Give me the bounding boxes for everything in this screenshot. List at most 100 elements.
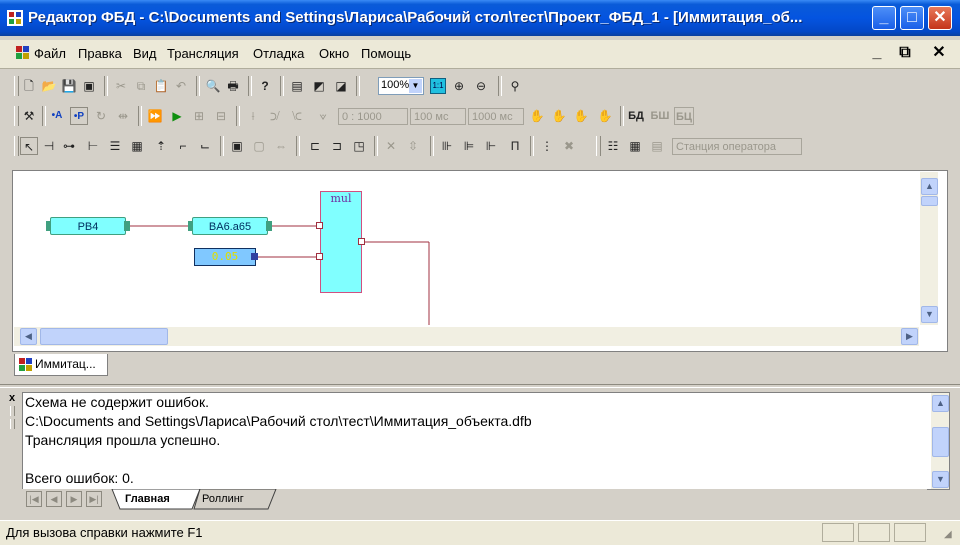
numbered-icon[interactable]: ▤ xyxy=(648,137,666,155)
menu-file[interactable]: Файл xyxy=(34,46,66,61)
bus-two-icon[interactable]: ⊩ xyxy=(482,137,500,155)
output-scroll-thumb[interactable] xyxy=(932,427,949,457)
mdi-minimize-button[interactable]: _ xyxy=(868,44,886,62)
bc-button[interactable]: БЦ xyxy=(674,107,694,125)
next-tab-icon[interactable]: ▶ xyxy=(66,491,82,507)
chevron-down-icon[interactable]: ▼ xyxy=(409,79,422,93)
last-tab-icon[interactable]: ▶| xyxy=(86,491,102,507)
menu-debug[interactable]: Отладка xyxy=(253,46,304,61)
constant-block[interactable]: 0.05 xyxy=(194,248,256,266)
hand-stop-icon[interactable]: ✋ xyxy=(550,107,568,125)
mdi-close-button[interactable]: ✕ xyxy=(930,44,948,62)
delete-icon[interactable]: ✕ xyxy=(382,137,400,155)
mdi-restore-button[interactable]: ⧉ xyxy=(896,44,914,62)
menu-window[interactable]: Окно xyxy=(319,46,349,61)
prev-tab-icon[interactable]: ◀ xyxy=(46,491,62,507)
break-all-icon[interactable]: ⟈ xyxy=(288,107,306,125)
mode-a-icon[interactable]: •A xyxy=(48,107,66,125)
station-field[interactable]: Станция оператора xyxy=(672,138,802,155)
hm-icon[interactable]: ⇔ xyxy=(272,137,290,155)
bus-icon[interactable]: ⊪ xyxy=(438,137,456,155)
close-button[interactable]: ✕ xyxy=(928,6,952,30)
document-icon[interactable] xyxy=(16,46,30,60)
layers-icon[interactable]: ☷ xyxy=(604,137,622,155)
ratio-field[interactable]: 0 : 1000 xyxy=(338,108,408,125)
dots-icon[interactable]: ⋮ xyxy=(538,137,556,155)
diagram-horizontal-scrollbar[interactable]: ◀ ▶ xyxy=(14,327,919,346)
vertical-scroll-thumb[interactable] xyxy=(921,196,938,206)
calendar-icon[interactable]: ▦ xyxy=(626,137,644,155)
ungroup-icon[interactable]: ▢ xyxy=(250,137,268,155)
bus-split-icon[interactable]: ⊫ xyxy=(460,137,478,155)
toolbar-grip[interactable] xyxy=(14,136,19,156)
step-line-icon[interactable]: ⌐ xyxy=(174,137,192,155)
run-fast-icon[interactable]: ⏩ xyxy=(146,107,164,125)
window-icon[interactable]: ▤ xyxy=(288,77,306,95)
align-left-icon[interactable]: ⊏ xyxy=(306,137,324,155)
output-grip[interactable] xyxy=(10,406,15,416)
copy-icon[interactable]: ⧉ xyxy=(132,77,150,95)
print-icon[interactable]: 🖶 xyxy=(224,77,242,95)
zoom-1-1-icon[interactable]: 1:1 xyxy=(430,78,446,94)
run-icon[interactable]: ▶ xyxy=(168,107,186,125)
step-over-icon[interactable]: ⊟ xyxy=(212,107,230,125)
tab-main[interactable]: Главная xyxy=(125,493,170,505)
cycle-icon[interactable]: ↻ xyxy=(92,107,110,125)
toolbar-grip[interactable] xyxy=(14,106,19,126)
cut-icon[interactable]: ✂ xyxy=(112,77,130,95)
mul-function-block[interactable]: mul xyxy=(320,191,362,293)
scroll-up-icon[interactable]: ▲ xyxy=(932,395,949,412)
print-preview-icon[interactable]: 🔍 xyxy=(204,77,222,95)
pi-icon[interactable]: П xyxy=(506,137,524,155)
window-cascade-icon[interactable]: ◪ xyxy=(332,77,350,95)
first-tab-icon[interactable]: |◀ xyxy=(26,491,42,507)
mul-input-port-2[interactable] xyxy=(316,253,323,260)
tab-rolling[interactable]: Роллинг xyxy=(202,493,244,505)
step-into-icon[interactable]: ⊞ xyxy=(190,107,208,125)
toolbar-grip[interactable] xyxy=(14,76,19,96)
break-next-icon[interactable]: ⟉ xyxy=(266,107,284,125)
input-block-pb4[interactable]: PB4 xyxy=(50,217,126,235)
group-icon[interactable]: ▣ xyxy=(228,137,246,155)
constant-output-port[interactable] xyxy=(251,253,258,260)
signal-block-ba6[interactable]: BA6.a65 xyxy=(192,217,268,235)
db-button[interactable]: БД xyxy=(626,107,646,125)
mul-input-port-1[interactable] xyxy=(316,222,323,229)
zoom-out-icon[interactable]: ⊖ xyxy=(472,77,490,95)
scroll-left-icon[interactable]: ◀ xyxy=(20,328,37,345)
find-binoculars-icon[interactable]: ⚲ xyxy=(506,77,524,95)
bsh-button[interactable]: БШ xyxy=(650,107,670,125)
link-block-icon[interactable]: ⊶ xyxy=(60,137,78,155)
resize-icon[interactable]: ◳ xyxy=(350,137,368,155)
period-field-1[interactable]: 100 мс xyxy=(410,108,466,125)
align-icon[interactable]: ⊐ xyxy=(328,137,346,155)
save-icon[interactable]: 💾 xyxy=(60,77,78,95)
period-field-2[interactable]: 1000 мс xyxy=(468,108,524,125)
output-close-icon[interactable]: x xyxy=(9,392,19,404)
break-clear-icon[interactable]: ⟇ xyxy=(314,107,332,125)
distribute-icon[interactable]: ⇳ xyxy=(404,137,422,155)
help-icon[interactable]: ? xyxy=(256,77,274,95)
save-all-icon[interactable]: ▣ xyxy=(80,77,98,95)
document-tab[interactable]: Иммитац... xyxy=(14,354,108,376)
zoom-select[interactable]: 100% ▼ xyxy=(378,77,424,95)
zoom-in-icon[interactable]: ⊕ xyxy=(450,77,468,95)
menu-translation[interactable]: Трансляция xyxy=(167,46,239,61)
list-block-icon[interactable]: ☰ xyxy=(106,137,124,155)
input-block-icon[interactable]: ⊣ xyxy=(40,137,58,155)
output-block-icon[interactable]: ⊢ xyxy=(84,137,102,155)
step-line-dot-icon[interactable]: ⌙ xyxy=(196,137,214,155)
horizontal-scroll-thumb[interactable] xyxy=(40,328,168,345)
menu-view[interactable]: Вид xyxy=(133,46,157,61)
scroll-right-icon[interactable]: ▶ xyxy=(901,328,918,345)
new-file-icon[interactable]: 🗋 xyxy=(20,77,38,95)
table-block-icon[interactable]: ▦ xyxy=(128,137,146,155)
scroll-up-icon[interactable]: ▲ xyxy=(921,178,938,195)
scroll-down-icon[interactable]: ▼ xyxy=(921,306,938,323)
hand-grid-icon[interactable]: ✋ xyxy=(572,107,590,125)
toolbar-grip[interactable] xyxy=(596,136,601,156)
maximize-button[interactable]: □ xyxy=(900,6,924,30)
mode-p-icon[interactable]: •P xyxy=(70,107,88,125)
break-icon[interactable]: ⟊ xyxy=(244,107,262,125)
up-arrow-icon[interactable]: ⇡ xyxy=(152,137,170,155)
